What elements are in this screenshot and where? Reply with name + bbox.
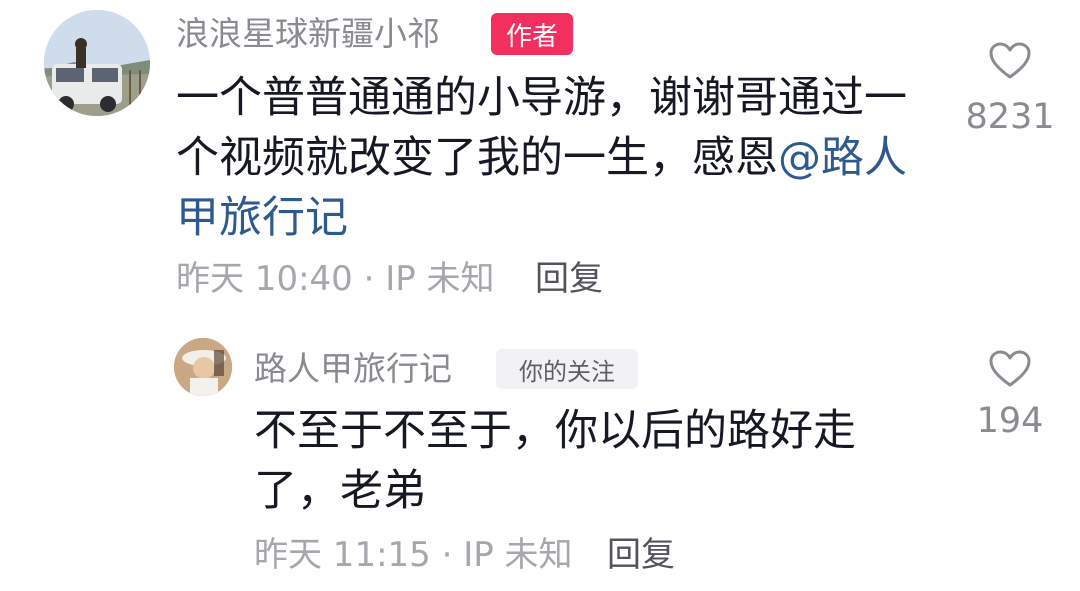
comment-meta: 昨天 10:40 · IP 未知 (176, 259, 495, 299)
reply-like[interactable]: 194 (955, 350, 1065, 439)
commenter-username[interactable]: 浪浪星球新疆小祁 (176, 17, 440, 50)
avatar-photo (44, 10, 150, 116)
heart-outline-icon[interactable] (989, 42, 1031, 80)
reply-text-line-2: 了，老弟 (254, 466, 426, 516)
follow-badge: 你的关注 (496, 349, 638, 389)
like-count: 194 (976, 401, 1044, 441)
reply-text: 不至于不至于，你以后的路好走 了，老弟 (254, 401, 934, 521)
mention-link[interactable]: @路人 (778, 133, 907, 183)
replier-avatar[interactable] (174, 338, 232, 396)
replier-username[interactable]: 路人甲旅行记 (254, 352, 452, 385)
reply-meta: 昨天 11:15 · IP 未知 (254, 535, 573, 575)
avatar-photo (174, 338, 232, 396)
comment-text-line-2-body: 个视频就改变了我的一生，感恩 (176, 133, 778, 183)
comment-text-line-2: 个视频就改变了我的一生，感恩@路人 (176, 128, 936, 188)
comment-text-line-1: 一个普普通通的小导游，谢谢哥通过一 (176, 73, 907, 123)
heart-outline-icon[interactable] (989, 350, 1031, 388)
reply-button[interactable]: 回复 (607, 538, 675, 572)
comment-text: 一个普普通通的小导游，谢谢哥通过一 个视频就改变了我的一生，感恩@路人 甲旅行记 (176, 68, 936, 248)
reply-text-line-1: 不至于不至于，你以后的路好走 (254, 406, 856, 456)
author-badge: 作者 (491, 13, 573, 55)
like-count: 8231 (965, 97, 1055, 137)
comment-like[interactable]: 8231 (955, 42, 1065, 135)
mention-link-continued[interactable]: 甲旅行记 (176, 188, 936, 248)
reply-button[interactable]: 回复 (535, 262, 603, 296)
commenter-avatar[interactable] (44, 10, 150, 116)
